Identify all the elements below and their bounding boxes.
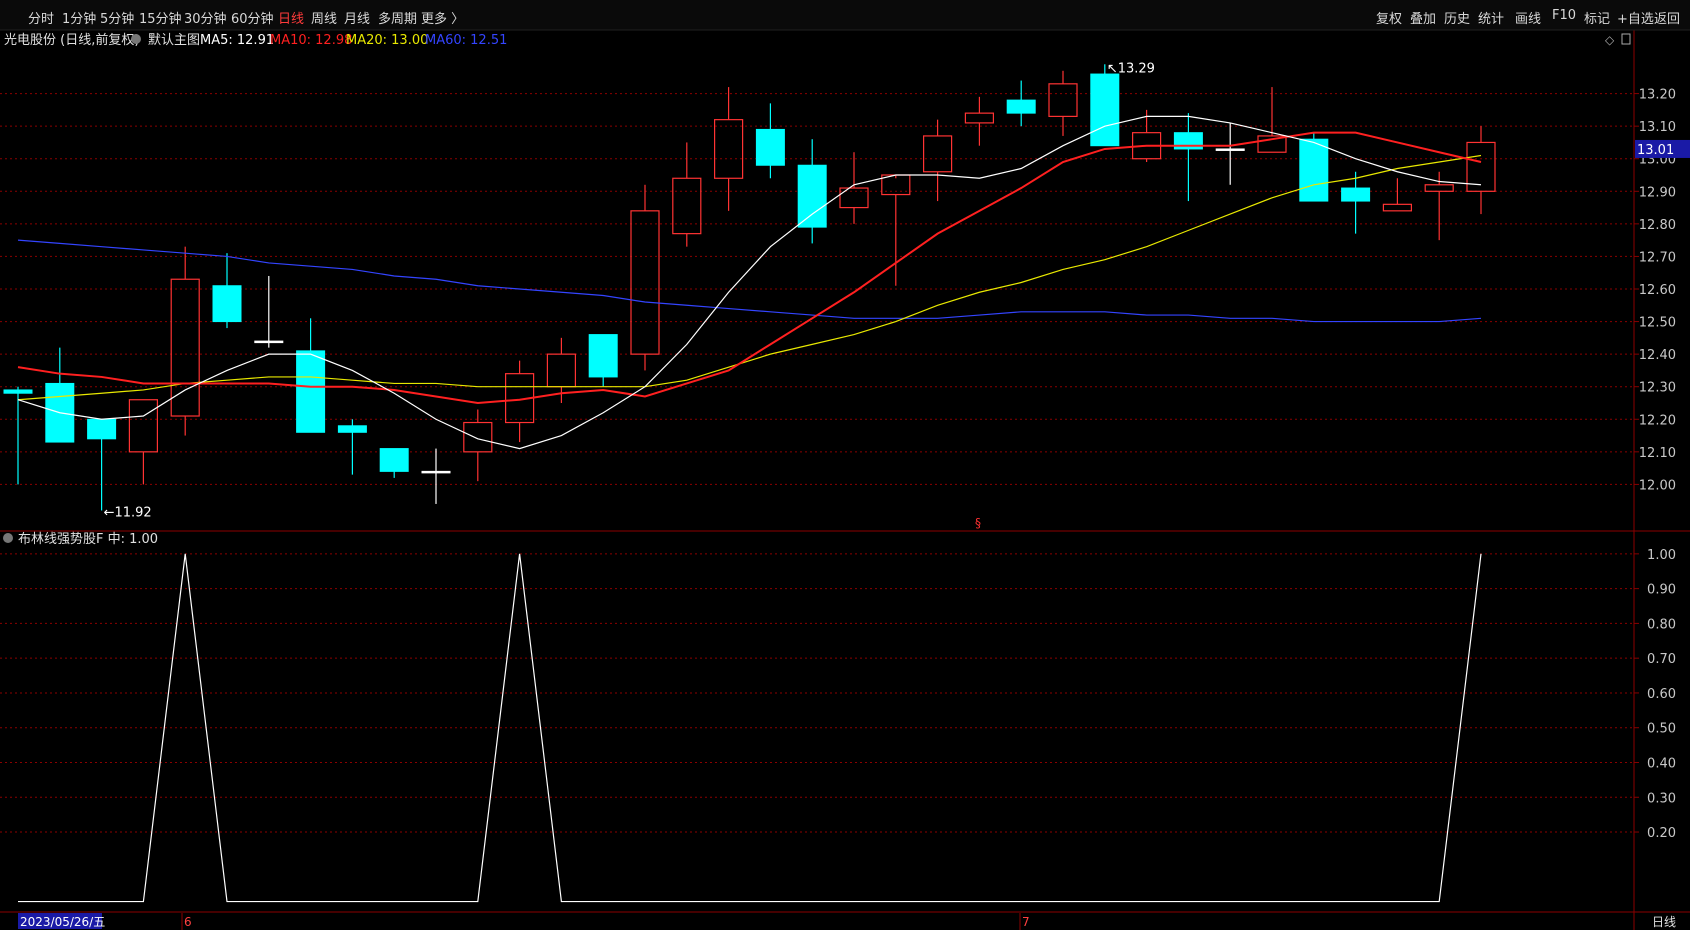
candle-body[interactable]	[421, 470, 451, 474]
candle-body[interactable]	[1424, 184, 1454, 192]
stock-title: 光电股份 (日线,前复权)	[4, 32, 139, 48]
sub-tick-label: 1.00	[1647, 548, 1676, 563]
main-tick-label: 12.40	[1639, 348, 1676, 363]
ma5-line	[17, 115, 1482, 450]
candle-body[interactable]	[1341, 187, 1371, 202]
price-tag: 13.01	[1637, 143, 1674, 158]
main-tick-label: 12.10	[1639, 446, 1676, 461]
candle-body[interactable]	[87, 418, 117, 440]
low-marker: ←11.92	[104, 505, 152, 520]
main-tick-label: 12.70	[1639, 250, 1676, 265]
period-label: 日线	[1652, 915, 1676, 929]
candle-body[interactable]	[1382, 203, 1413, 212]
ma20-line	[17, 154, 1482, 401]
sub-tick-label: 0.90	[1647, 583, 1676, 598]
sub-tick-label: 0.80	[1647, 617, 1676, 632]
main-tick-label: 13.10	[1639, 120, 1676, 135]
month-mark-7: 7	[1022, 915, 1030, 929]
template-label: 默认主图	[148, 32, 200, 48]
sub-tick-label: 0.30	[1647, 791, 1676, 806]
candle-body[interactable]	[337, 425, 367, 433]
main-tick-label: 12.30	[1639, 381, 1676, 396]
candle-body[interactable]	[3, 389, 33, 394]
candle-body[interactable]	[1048, 83, 1078, 117]
candle-body[interactable]	[546, 353, 577, 388]
high-marker: ↖13.29	[1107, 61, 1155, 76]
candle-body[interactable]	[296, 350, 326, 433]
sub-tick-label: 0.70	[1647, 652, 1676, 667]
kline-chart[interactable]: 13.2013.1013.0012.9012.8012.7012.6012.50…	[0, 0, 1690, 930]
sub-tick-label: 0.60	[1647, 687, 1676, 702]
candle-body[interactable]	[672, 177, 702, 235]
candle-body[interactable]	[128, 399, 158, 453]
ma-legend-0: MA5: 12.91	[200, 33, 274, 48]
ma-legend-1: MA10: 12.98	[270, 33, 352, 48]
candle-body[interactable]	[254, 340, 284, 344]
candle-body[interactable]	[1090, 73, 1120, 147]
month-mark-6: 6	[184, 915, 192, 929]
ma-legend-2: MA20: 13.00	[346, 33, 428, 48]
indicator-title: 布林线强势股F 中: 1.00	[18, 531, 158, 547]
main-tick-label: 13.20	[1639, 88, 1676, 103]
sub-tick-label: 0.50	[1647, 722, 1676, 737]
main-tick-label: 12.80	[1639, 218, 1676, 233]
candle-body[interactable]	[588, 334, 618, 378]
candle-body[interactable]	[797, 164, 827, 228]
candle-body[interactable]	[1006, 99, 1036, 114]
candle-body[interactable]	[463, 421, 493, 453]
main-tick-label: 12.00	[1639, 478, 1676, 493]
diamond-icon: ◇	[1605, 33, 1615, 47]
mid-marker: §	[975, 516, 981, 530]
candle-body[interactable]	[212, 285, 242, 323]
candle-body[interactable]	[630, 210, 660, 355]
candle-body[interactable]	[713, 119, 744, 179]
sub-tick-label: 0.20	[1647, 826, 1676, 841]
candle-body[interactable]	[922, 135, 953, 173]
date-label: 2023/05/26/五	[20, 915, 105, 929]
main-tick-label: 12.60	[1639, 283, 1676, 298]
ma-legend-3: MA60: 12.51	[425, 33, 507, 48]
candle-body[interactable]	[379, 448, 409, 472]
main-tick-label: 12.90	[1639, 185, 1676, 200]
main-tick-label: 12.50	[1639, 316, 1676, 331]
indicator-dropdown-icon[interactable]	[3, 533, 13, 543]
sub-tick-label: 0.40	[1647, 756, 1676, 771]
ma10-line	[17, 131, 1482, 404]
window-icon[interactable]	[1621, 33, 1631, 45]
candle-body[interactable]	[755, 128, 785, 166]
main-tick-label: 12.20	[1639, 413, 1676, 428]
candle-body[interactable]	[964, 112, 995, 124]
dropdown-icon[interactable]	[131, 34, 141, 44]
candle-body[interactable]	[1215, 148, 1245, 151]
candle-body[interactable]	[1299, 138, 1329, 202]
